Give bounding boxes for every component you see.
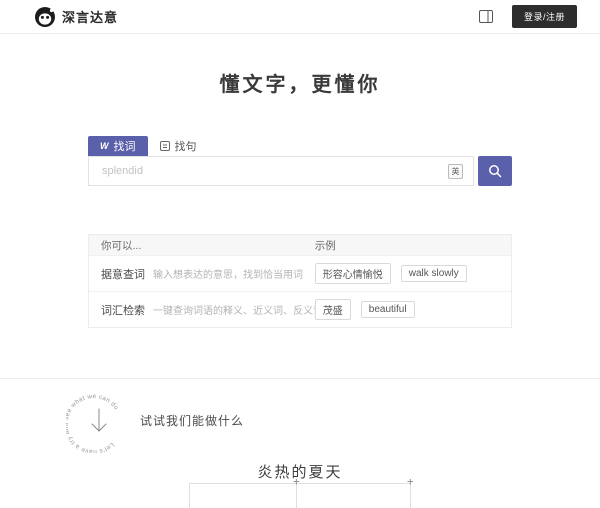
- language-toggle[interactable]: 英: [448, 164, 463, 179]
- crosshair-marker: +: [293, 476, 300, 487]
- svg-text:Let's have a try and see what: Let's have a try and see what we can do: [66, 393, 120, 453]
- search-icon: [488, 164, 502, 178]
- feature-desc: 一键查询词语的释义、近义词、反义词、联想词等: [153, 302, 315, 317]
- search-tabs: W 找词 找句: [88, 136, 512, 156]
- tab-find-words[interactable]: W 找词: [88, 136, 148, 156]
- page-title: 懂文字，更懂你: [0, 68, 600, 97]
- wantwords-icon: W: [100, 141, 109, 151]
- tab-find-sentences[interactable]: 找句: [148, 136, 209, 156]
- arrow-down-icon: [92, 409, 106, 431]
- help-table-header: 你可以... 示例: [89, 235, 511, 255]
- example-chip[interactable]: walk slowly: [401, 265, 467, 282]
- header: 深言达意 登录/注册: [0, 0, 600, 34]
- search-box: 英: [88, 156, 474, 186]
- feature-name: 词汇检索: [101, 302, 145, 318]
- example-card[interactable]: [297, 483, 411, 508]
- example-cards: + +: [189, 483, 411, 508]
- column-header-examples: 示例: [315, 238, 511, 253]
- search-area: W 找词 找句 英: [88, 136, 512, 186]
- try-section: Let's have a try and see what we can do …: [66, 387, 600, 453]
- table-row: 据意查词 输入想表达的意思，找到恰当用词 形容心情愉悦 walk slowly: [89, 255, 511, 291]
- wantquotes-icon: [160, 141, 170, 151]
- panda-logo-icon: [34, 6, 56, 28]
- login-register-button[interactable]: 登录/注册: [512, 5, 577, 28]
- brand[interactable]: 深言达意: [34, 6, 118, 28]
- search-input[interactable]: [102, 165, 448, 177]
- try-label: 试试我们能做什么: [140, 412, 244, 429]
- circular-text-arrow-doodle: Let's have a try and see what we can do: [66, 387, 132, 453]
- example-chip[interactable]: 茂盛: [315, 299, 351, 320]
- section-divider: [0, 378, 600, 379]
- feature-desc: 输入想表达的意思，找到恰当用词: [153, 266, 303, 281]
- example-card[interactable]: [189, 483, 297, 508]
- tab-find-sentences-label: 找句: [175, 138, 197, 154]
- table-row: 词汇检索 一键查询词语的释义、近义词、反义词、联想词等 茂盛 beautiful: [89, 291, 511, 327]
- search-button[interactable]: [478, 156, 512, 186]
- help-table: 你可以... 示例 据意查词 输入想表达的意思，找到恰当用词 形容心情愉悦 wa…: [88, 234, 512, 328]
- example-title: 炎热的夏天: [0, 461, 600, 482]
- example-chip[interactable]: beautiful: [361, 301, 415, 318]
- example-chip[interactable]: 形容心情愉悦: [315, 263, 391, 284]
- brand-name: 深言达意: [62, 7, 118, 26]
- plugin-icon[interactable]: [479, 10, 494, 23]
- column-header-you-can: 你可以...: [89, 238, 315, 253]
- crosshair-marker: +: [407, 476, 414, 487]
- feature-name: 据意查词: [101, 266, 145, 282]
- tab-find-words-label: 找词: [114, 138, 136, 154]
